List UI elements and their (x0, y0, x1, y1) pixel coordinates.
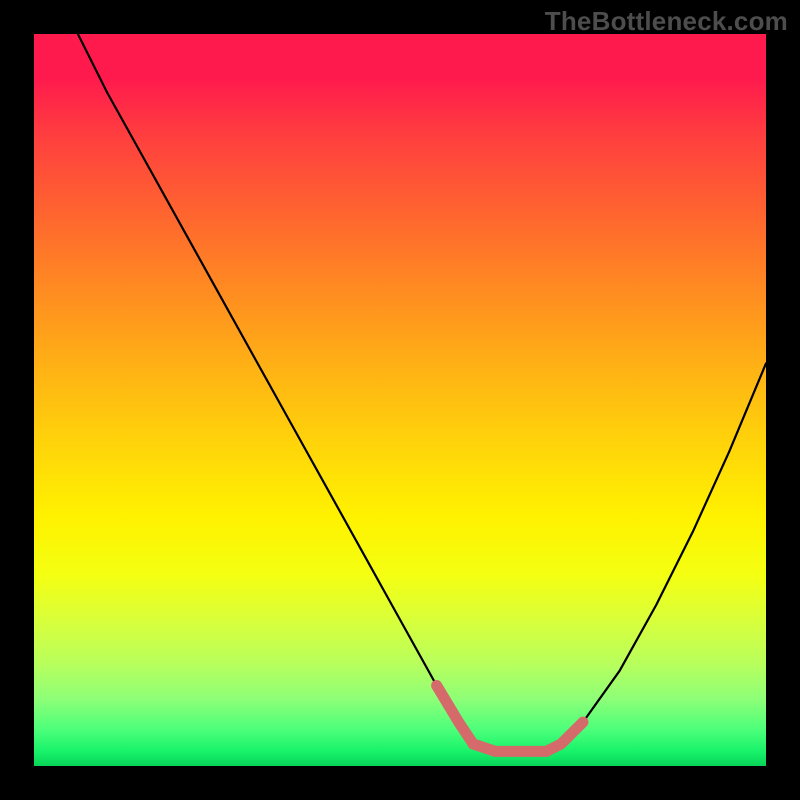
highlight-flat-min (473, 744, 546, 751)
highlight-right-knee (546, 722, 583, 751)
watermark-text: TheBottleneck.com (545, 6, 788, 37)
highlight-segments (437, 686, 583, 752)
bottleneck-curve (78, 34, 766, 751)
chart-frame: TheBottleneck.com (0, 0, 800, 800)
highlight-left-knee (437, 686, 474, 745)
plot-area (34, 34, 766, 766)
curve-layer (34, 34, 766, 766)
